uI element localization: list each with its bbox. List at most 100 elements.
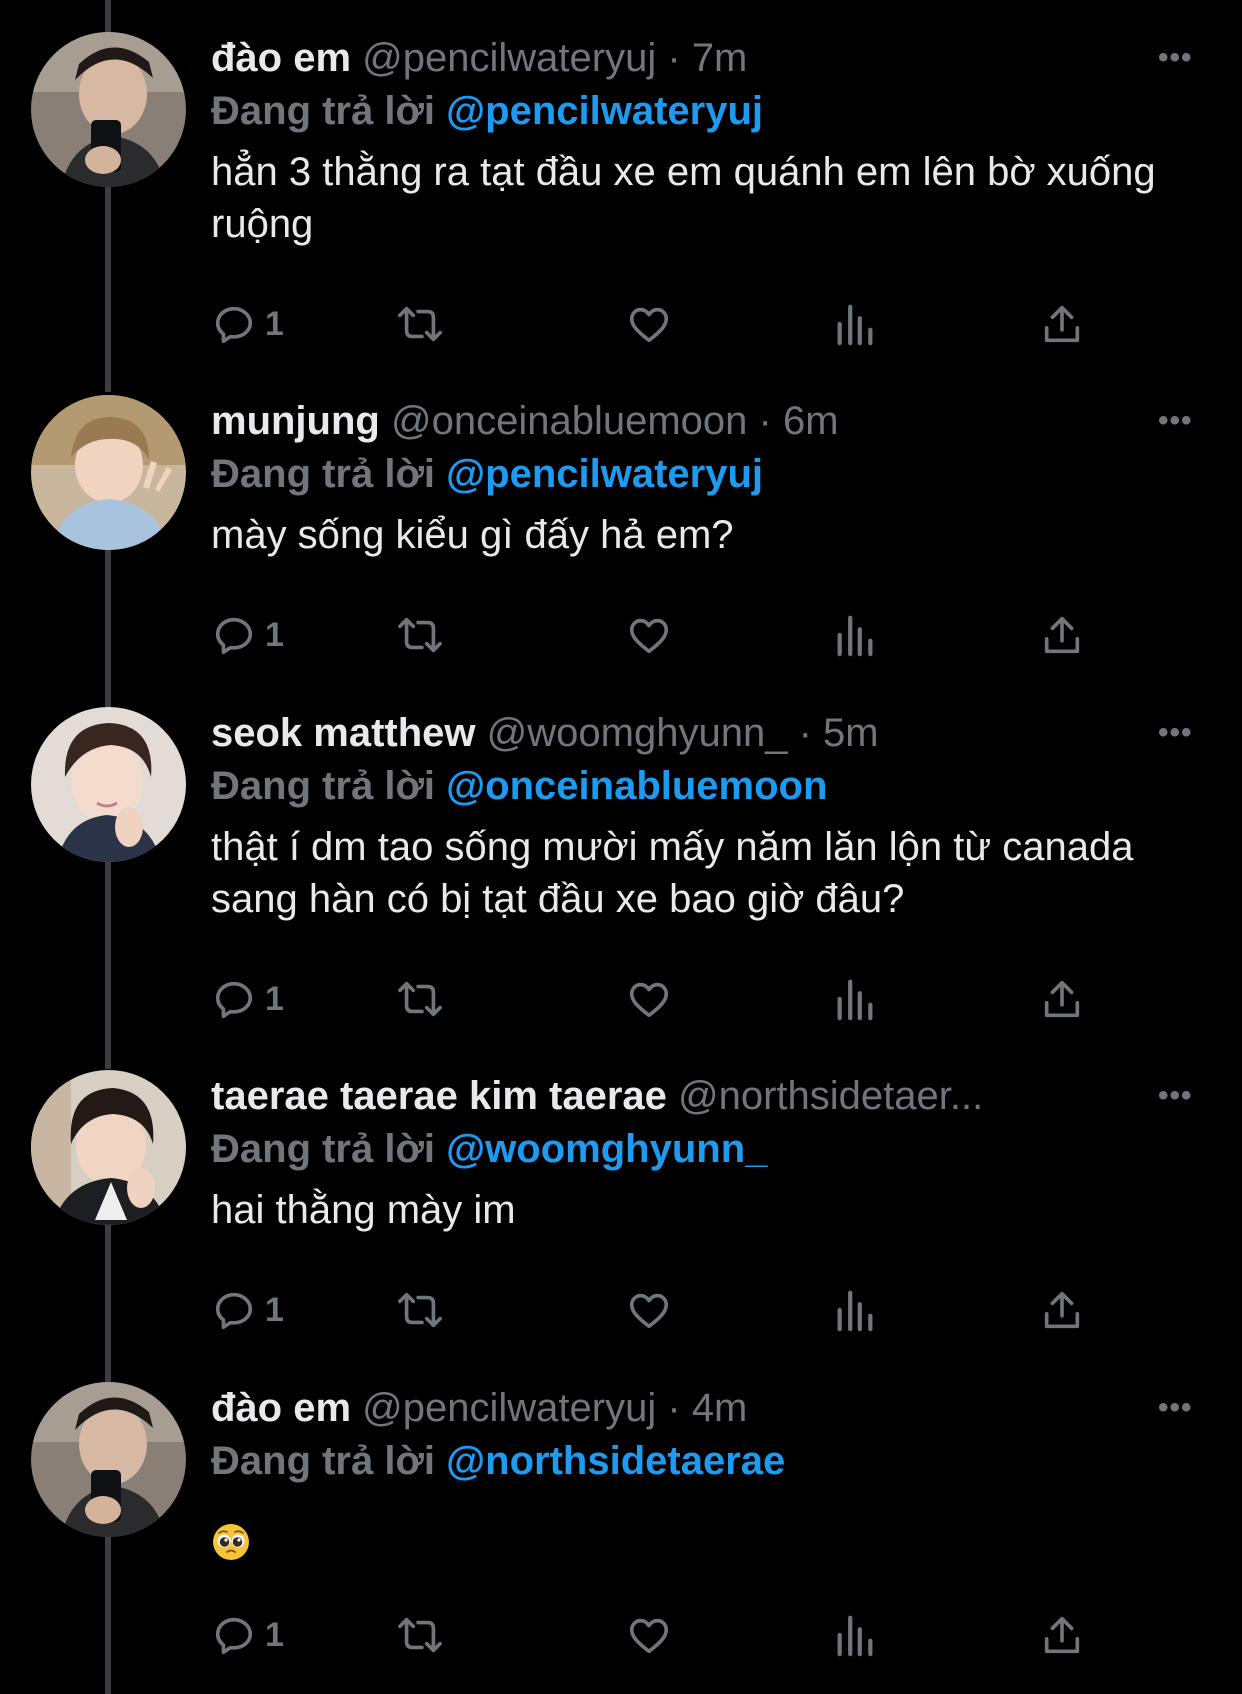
user-handle[interactable]: @northsidetaer...	[678, 1074, 983, 1118]
more-icon[interactable]: •••	[1158, 707, 1193, 759]
avatar[interactable]	[31, 1382, 186, 1537]
share-button[interactable]	[1039, 607, 1085, 663]
reply-count: 1	[265, 979, 284, 1018]
tweet-actions: 1	[211, 1607, 1111, 1663]
replying-to: Đang trả lời @woomghyunn_	[211, 1124, 767, 1174]
reply-button[interactable]: 1	[211, 1282, 284, 1338]
tweet-text: mày sống kiểu gì đấy hả em?	[211, 513, 734, 557]
views-icon	[837, 304, 873, 346]
display-name[interactable]: munjung	[211, 399, 380, 443]
like-button[interactable]	[626, 607, 672, 663]
like-icon	[629, 1293, 669, 1329]
replying-to-label: Đang trả lời	[211, 764, 436, 808]
replying-to: Đang trả lời @northsidetaerae	[211, 1436, 785, 1486]
reply-icon	[215, 1617, 253, 1655]
replying-to-label: Đang trả lời	[211, 1439, 436, 1483]
timestamp[interactable]: 7m	[692, 36, 748, 80]
like-button[interactable]	[626, 296, 672, 352]
share-icon	[1044, 980, 1080, 1018]
retweet-icon	[398, 617, 442, 653]
reply-icon	[215, 981, 253, 1019]
avatar[interactable]	[31, 1070, 186, 1225]
reply-button[interactable]: 1	[211, 971, 284, 1027]
retweet-button[interactable]	[395, 1607, 445, 1663]
retweet-button[interactable]	[395, 296, 445, 352]
retweet-button[interactable]	[395, 607, 445, 663]
timestamp[interactable]: 5m	[823, 711, 879, 755]
replying-to-label: Đang trả lời	[211, 452, 436, 496]
replying-to-mention[interactable]: @northsidetaerae	[446, 1439, 785, 1483]
thread-line	[105, 185, 111, 392]
reply-button[interactable]: 1	[211, 1607, 284, 1663]
views-button[interactable]	[835, 1282, 875, 1338]
avatar[interactable]	[31, 707, 186, 862]
replying-to-mention[interactable]: @onceinabluemoon	[446, 764, 827, 808]
separator: ·	[667, 36, 681, 80]
share-button[interactable]	[1039, 971, 1085, 1027]
timestamp[interactable]: 6m	[783, 399, 839, 443]
replying-to: Đang trả lời @onceinabluemoon	[211, 761, 827, 811]
replying-to-label: Đang trả lời	[211, 1127, 436, 1171]
views-icon	[837, 1290, 873, 1332]
like-icon	[629, 307, 669, 343]
views-icon	[837, 979, 873, 1021]
views-button[interactable]	[835, 971, 875, 1027]
reply-icon	[215, 1292, 253, 1330]
views-icon	[837, 615, 873, 657]
tweet-actions: 1	[211, 607, 1111, 663]
share-icon	[1044, 616, 1080, 654]
display-name[interactable]: taerae taerae kim taerae	[211, 1074, 667, 1118]
tweet-actions: 1	[211, 971, 1111, 1027]
like-icon	[629, 1618, 669, 1654]
replying-to-mention[interactable]: @pencilwateryuj	[446, 452, 763, 496]
share-icon	[1044, 1291, 1080, 1329]
pleading-face-emoji	[213, 1524, 249, 1560]
tweet-text: hai thằng mày im	[211, 1188, 516, 1232]
avatar[interactable]	[31, 395, 186, 550]
avatar[interactable]	[31, 32, 186, 187]
timestamp[interactable]: 4m	[692, 1386, 748, 1430]
views-icon	[837, 1615, 873, 1657]
replying-to: Đang trả lời @pencilwateryuj	[211, 449, 763, 499]
tweet-header: đào em @pencilwateryuj · 4m	[211, 1382, 1141, 1434]
reply-count: 1	[265, 615, 284, 654]
user-handle[interactable]: @pencilwateryuj	[362, 36, 656, 80]
share-button[interactable]	[1039, 296, 1085, 352]
share-icon	[1044, 1616, 1080, 1654]
user-handle[interactable]: @woomghyunn_	[487, 711, 788, 755]
display-name[interactable]: seok matthew	[211, 711, 476, 755]
views-button[interactable]	[835, 1607, 875, 1663]
display-name[interactable]: đào em	[211, 1386, 351, 1430]
replying-to: Đang trả lời @pencilwateryuj	[211, 86, 763, 136]
tweet-header: đào em @pencilwateryuj · 7m	[211, 32, 1141, 84]
separator: ·	[758, 399, 772, 443]
share-button[interactable]	[1039, 1282, 1085, 1338]
thread-line	[105, 549, 111, 707]
thread-line	[105, 1224, 111, 1382]
reply-button[interactable]: 1	[211, 296, 284, 352]
more-icon[interactable]: •••	[1158, 32, 1193, 84]
like-button[interactable]	[626, 1282, 672, 1338]
retweet-icon	[398, 981, 442, 1017]
like-button[interactable]	[626, 1607, 672, 1663]
thread-line	[105, 1537, 111, 1694]
replying-to-mention[interactable]: @pencilwateryuj	[446, 89, 763, 133]
more-icon[interactable]: •••	[1158, 1070, 1193, 1122]
more-icon[interactable]: •••	[1158, 395, 1193, 447]
views-button[interactable]	[835, 607, 875, 663]
reply-button[interactable]: 1	[211, 607, 284, 663]
thread-line	[105, 862, 111, 1069]
user-handle[interactable]: @pencilwateryuj	[362, 1386, 656, 1430]
share-button[interactable]	[1039, 1607, 1085, 1663]
reply-count: 1	[265, 1290, 284, 1329]
display-name[interactable]: đào em	[211, 36, 351, 80]
like-button[interactable]	[626, 971, 672, 1027]
views-button[interactable]	[835, 296, 875, 352]
retweet-button[interactable]	[395, 1282, 445, 1338]
more-icon[interactable]: •••	[1158, 1382, 1193, 1434]
retweet-button[interactable]	[395, 971, 445, 1027]
replying-to-mention[interactable]: @woomghyunn_	[446, 1127, 767, 1171]
like-icon	[629, 618, 669, 654]
user-handle[interactable]: @onceinabluemoon	[391, 399, 747, 443]
reply-icon	[215, 306, 253, 344]
